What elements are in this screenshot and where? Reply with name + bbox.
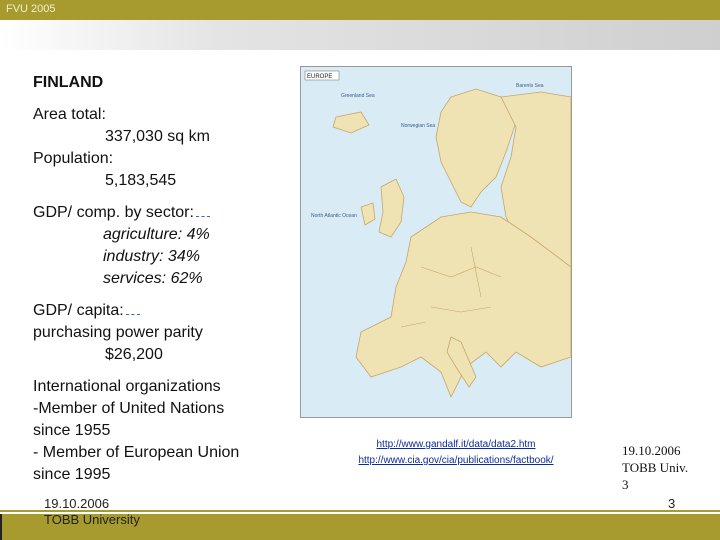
footer-info: 19.10.2006 TOBB University [44,496,140,528]
sector-item: industry: 34% [103,248,200,265]
intl-label: International organizations [33,378,221,395]
population-label: Population: [33,150,114,167]
header-bar: FVU 2005 [0,0,720,20]
map-label-barents-sea: Barents Sea [516,83,544,89]
header-band [0,20,720,50]
sector-item: agriculture: 4% [103,226,210,243]
sector-item: services: 62% [103,270,203,287]
map-label-atlantic: North Atlantic Ocean [311,213,357,219]
footer-mark [0,514,2,540]
gdp-sector-label: GDP/ comp. by sector: [33,204,194,221]
europe-map-graphic: EUROPE Greenland Sea Norwegian Sea North… [301,67,572,417]
right-note-page: 3 [622,477,629,492]
intl-line: - Member of European Union [33,444,240,461]
map-title: EUROPE [307,74,332,80]
footer-org: TOBB University [44,512,140,527]
dashed-link-mark [195,204,210,217]
area-value: 337,030 sq km [105,128,210,145]
gdp-sector-row: GDP/ comp. by sector: [33,202,293,224]
intl-line: -Member of United Nations [33,400,225,417]
area-label: Area total: [33,106,106,123]
dashed-link-mark [125,302,140,315]
header-text: FVU 2005 [6,3,56,15]
slide-title: FINLAND [33,74,104,91]
link-cia-factbook[interactable]: http://www.cia.gov/cia/publications/fact… [330,453,582,469]
right-note-org: TOBB Univ. [622,460,689,475]
ppp-value: $26,200 [105,346,163,363]
link-gandalf[interactable]: http://www.gandalf.it/data/data2.htm [330,437,582,453]
source-links: http://www.gandalf.it/data/data2.htm htt… [330,437,582,469]
gdp-capita-label: GDP/ capita: [33,302,124,319]
gdp-capita-row: GDP/ capita: [33,300,293,322]
footer-page-number: 3 [668,496,676,511]
ppp-label: purchasing power parity [33,324,203,341]
map-label-greenland-sea: Greenland Sea [341,93,375,99]
content-block: FINLAND Area total: 337,030 sq km Popula… [33,72,293,486]
right-note-date: 19.10.2006 [622,443,681,458]
intl-line: since 1955 [33,422,111,439]
map-label-norwegian-sea: Norwegian Sea [401,123,435,129]
population-value: 5,183,545 [105,172,177,189]
footer-date: 19.10.2006 [44,496,110,511]
europe-map: EUROPE Greenland Sea Norwegian Sea North… [300,66,572,418]
right-note: 19.10.2006 TOBB Univ. 3 [622,442,688,493]
intl-line: since 1995 [33,466,111,483]
